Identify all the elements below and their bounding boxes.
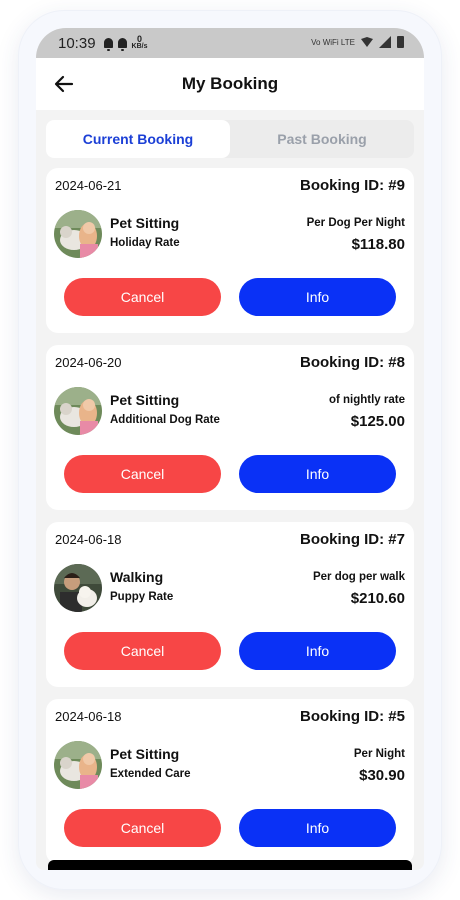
booking-date: 2024-06-21 [55, 178, 122, 193]
service-name: Pet Sitting [110, 215, 180, 231]
tab-current-booking[interactable]: Current Booking [46, 120, 230, 158]
booking-id: Booking ID: #7 [299, 531, 405, 548]
phone-screen: 10:39 0 KB/s Vo WiFi LTE My Booking Curre… [36, 28, 424, 870]
app-bar: My Booking [36, 58, 424, 110]
cancel-button[interactable]: Cancel [64, 632, 221, 670]
info-button[interactable]: Info [239, 455, 396, 493]
cancel-button[interactable]: Cancel [64, 809, 221, 847]
cancel-button[interactable]: Cancel [64, 278, 221, 316]
cancel-button[interactable]: Cancel [64, 455, 221, 493]
sitter-avatar [54, 210, 102, 258]
back-arrow-icon[interactable] [52, 72, 76, 96]
price: $125.00 [350, 413, 405, 430]
page-title: My Booking [181, 74, 279, 93]
status-right-icons: Vo WiFi LTE [311, 36, 404, 48]
booking-tabs: Current Booking Past Booking [46, 120, 414, 158]
service-name: Pet Sitting [110, 746, 180, 762]
booking-id: Booking ID: #9 [299, 177, 405, 194]
price: $30.90 [359, 767, 405, 784]
sitter-avatar [54, 741, 102, 789]
info-button[interactable]: Info [239, 809, 396, 847]
service-name: Pet Sitting [110, 392, 180, 408]
booking-card: 2024-06-20 Booking ID: #8 Pet Sitting Ad… [46, 345, 414, 510]
booking-date: 2024-06-18 [55, 709, 122, 724]
network-label: Vo WiFi LTE [311, 37, 355, 47]
rate-name: Extended Care [110, 768, 191, 780]
booking-card: 2024-06-21 Booking ID: #9 Pet Sitting Ho… [46, 168, 414, 333]
battery-icon [397, 36, 404, 48]
signal-icon [379, 36, 391, 48]
price-unit: Per Night [353, 748, 405, 760]
booking-id: Booking ID: #8 [299, 354, 405, 371]
booking-id: Booking ID: #5 [299, 708, 405, 725]
booking-date: 2024-06-20 [55, 355, 122, 370]
price: $118.80 [351, 236, 405, 253]
info-button[interactable]: Info [239, 278, 396, 316]
rate-name: Puppy Rate [110, 591, 174, 603]
service-name: Walking [110, 569, 164, 585]
booking-list: 2024-06-21 Booking ID: #9 Pet Sitting Ho… [46, 168, 414, 870]
booking-card: 2024-06-18 Booking ID: #7 Walking Puppy … [46, 522, 414, 687]
notification-bell-icon [117, 38, 127, 51]
status-bar: 10:39 0 KB/s Vo WiFi LTE [36, 28, 424, 58]
status-time: 10:39 [58, 34, 96, 52]
notification-bell-icon [103, 38, 113, 51]
price: $210.60 [350, 590, 405, 607]
rate-name: Holiday Rate [110, 237, 180, 249]
system-nav-bar [48, 860, 412, 870]
walker-avatar [54, 564, 102, 612]
price-unit: Per dog per walk [312, 571, 405, 583]
booking-date: 2024-06-18 [55, 532, 122, 547]
price-unit: of nightly rate [328, 394, 405, 406]
tab-past-booking[interactable]: Past Booking [230, 120, 414, 158]
sitter-avatar [54, 387, 102, 435]
wifi-icon [361, 37, 373, 47]
price-unit: Per Dog Per Night [306, 217, 405, 229]
rate-name: Additional Dog Rate [110, 414, 220, 426]
network-speed: 0 KB/s [131, 34, 148, 51]
info-button[interactable]: Info [239, 632, 396, 670]
booking-card: 2024-06-18 Booking ID: #5 Pet Sitting Ex… [46, 699, 414, 864]
